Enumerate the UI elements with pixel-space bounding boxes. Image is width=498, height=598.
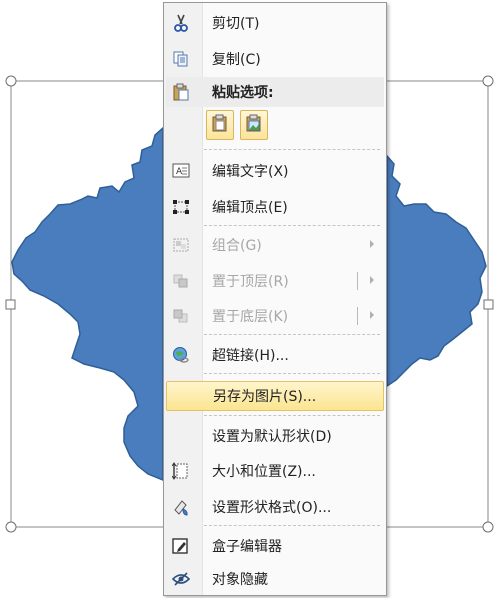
- split-divider: [357, 307, 358, 325]
- menu-item-hide-object-label: 对象隐藏: [212, 572, 268, 588]
- size-position-icon: [170, 461, 192, 481]
- paste-options-label: 粘贴选项:: [212, 85, 274, 101]
- hide-eye-icon: [170, 569, 192, 589]
- clipboard-icon: [170, 82, 192, 102]
- menu-item-edit-points-label: 编辑顶点(E): [212, 200, 288, 216]
- menu-item-send-to-back[interactable]: 置于底层(K): [166, 301, 384, 331]
- bring-to-front-icon: [170, 271, 192, 291]
- resize-handle-left[interactable]: [5, 299, 16, 310]
- menu-item-edit-text[interactable]: A 编辑文字(X): [166, 156, 384, 186]
- paste-options-row: [206, 110, 306, 142]
- paste-options-header: 粘贴选项:: [166, 77, 384, 107]
- menu-separator: [204, 525, 380, 526]
- pencil-box-icon: [170, 536, 192, 556]
- menu-item-box-editor-label: 盒子编辑器: [212, 539, 282, 555]
- menu-item-save-as-picture-label: 另存为图片(S)...: [213, 389, 317, 405]
- menu-item-bring-to-front-label: 置于顶层(R): [212, 274, 289, 290]
- menu-item-cut-label: 剪切(T): [212, 16, 260, 32]
- edit-points-icon: [170, 197, 192, 217]
- tree-shape[interactable]: [11, 126, 164, 482]
- menu-item-cut[interactable]: 剪切(T): [166, 8, 384, 38]
- menu-item-hyperlink-label: 超链接(H)...: [212, 348, 289, 364]
- menu-separator: [204, 149, 380, 150]
- menu-item-box-editor[interactable]: 盒子编辑器: [166, 531, 384, 561]
- menu-item-edit-points[interactable]: 编辑顶点(E): [166, 192, 384, 222]
- hyperlink-globe-icon: [170, 345, 192, 365]
- edit-text-icon: A: [170, 161, 192, 181]
- menu-separator: [204, 225, 380, 226]
- split-divider: [357, 272, 358, 290]
- resize-handle-top-left[interactable]: [5, 75, 17, 87]
- resize-handle-top-right[interactable]: [482, 75, 494, 87]
- menu-separator: [204, 373, 380, 374]
- paste-picture-icon: [246, 114, 262, 136]
- copy-icon: [170, 49, 192, 69]
- menu-item-edit-text-label: 编辑文字(X): [212, 164, 289, 180]
- tree-shape-right[interactable]: [386, 154, 487, 388]
- format-shape-icon: [170, 497, 192, 517]
- menu-item-format-shape-label: 设置形状格式(O)...: [212, 500, 332, 516]
- menu-item-size-position[interactable]: 大小和位置(Z)...: [166, 456, 384, 486]
- menu-item-size-position-label: 大小和位置(Z)...: [212, 464, 316, 480]
- submenu-arrow-icon: [370, 311, 374, 319]
- menu-separator: [204, 334, 380, 335]
- paste-keep-format-icon: [212, 114, 228, 136]
- menu-item-set-default-shape[interactable]: 设置为默认形状(D): [166, 421, 384, 451]
- menu-separator: [204, 415, 380, 416]
- resize-handle-bottom-left[interactable]: [5, 521, 17, 533]
- menu-item-group[interactable]: 组合(G): [166, 230, 384, 260]
- menu-item-bring-to-front[interactable]: 置于顶层(R): [166, 266, 384, 296]
- menu-item-send-to-back-label: 置于底层(K): [212, 309, 289, 325]
- resize-handle-bottom-right[interactable]: [482, 521, 494, 533]
- paste-as-picture-button[interactable]: [240, 110, 268, 140]
- resize-handle-right[interactable]: [483, 299, 494, 310]
- send-to-back-icon: [170, 306, 192, 326]
- menu-item-save-as-picture[interactable]: 另存为图片(S)...: [166, 381, 384, 411]
- group-icon: [170, 235, 192, 255]
- menu-item-hide-object[interactable]: 对象隐藏: [166, 564, 384, 594]
- paste-keep-format-button[interactable]: [206, 110, 234, 140]
- menu-item-copy-label: 复制(C): [212, 52, 261, 68]
- submenu-arrow-icon: [370, 276, 374, 284]
- menu-item-hyperlink[interactable]: 超链接(H)...: [166, 340, 384, 370]
- svg-text:A: A: [176, 167, 183, 177]
- menu-item-format-shape[interactable]: 设置形状格式(O)...: [166, 492, 384, 522]
- menu-item-set-default-shape-label: 设置为默认形状(D): [212, 429, 332, 445]
- submenu-arrow-icon: [370, 240, 374, 248]
- menu-item-group-label: 组合(G): [212, 238, 262, 254]
- context-menu: 剪切(T) 复制(C) 粘贴选项: A 编辑文字(X) 编辑顶点(E) 组合(G…: [163, 2, 387, 596]
- scissors-icon: [170, 13, 192, 33]
- menu-item-copy[interactable]: 复制(C): [166, 44, 384, 74]
